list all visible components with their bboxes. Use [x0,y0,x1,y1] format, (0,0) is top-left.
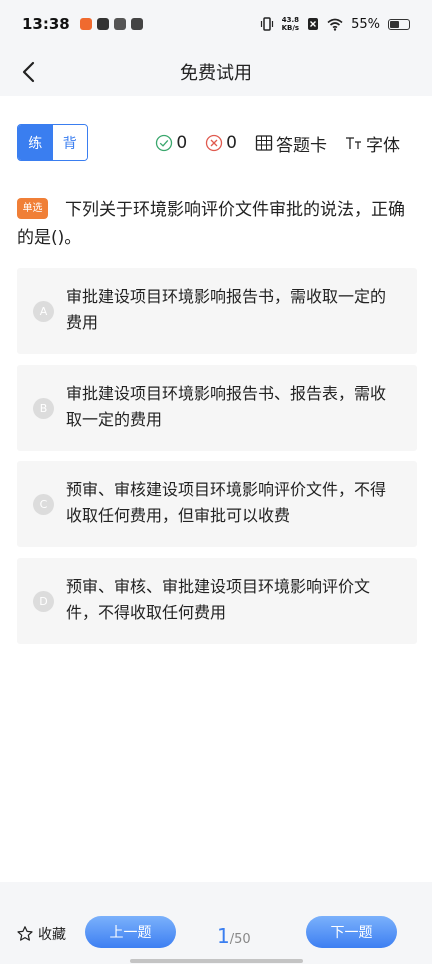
prev-question-button[interactable]: 上一题 [85,916,176,948]
wifi-icon [327,18,343,31]
total-question-count: 50 [234,932,251,947]
link-notification-icon [113,18,126,30]
question-stem: 单选 下列关于环境影响评价文件审批的说法，正确的是()。 [17,196,417,252]
current-question-number: 1 [217,924,230,948]
net-speed-value: 43.8 [281,16,299,24]
status-bar: 13:38 43.8 KB/s 55% [0,0,432,48]
question-text: 下列关于环境影响评价文件审批的说法，正确的是()。 [17,200,405,248]
grid-card-icon [255,135,273,151]
question-toolbar: 练 背 0 0 答题卡 字体 [0,124,432,162]
cross-circle-icon [206,134,223,152]
page: 13:38 43.8 KB/s 55% 免费试用 练 背 0 0 答题卡 字体 … [0,0,432,964]
status-time: 13:38 [22,15,70,33]
app-header: 免费试用 [0,48,432,96]
net-speed: 43.8 KB/s [282,16,299,32]
option-letter: D [33,591,54,612]
correct-count: 0 [176,133,188,153]
option-a[interactable]: A 审批建设项目环境影响报告书，需收取一定的费用 [17,268,417,354]
status-app-icons [79,18,143,30]
option-c[interactable]: C 预审、审核建设项目环境影响评价文件，不得收取任何费用，但审批可以收费 [17,461,417,547]
question-type-tag: 单选 [17,198,48,219]
question-pager: 1 / 50 [217,924,251,948]
battery-percent: 55% [351,16,380,32]
answer-card-button[interactable]: 答题卡 [255,131,327,156]
play-notification-icon [96,18,109,30]
correct-counter: 0 [155,133,187,153]
font-size-button[interactable]: 字体 [345,131,400,156]
back-button[interactable] [16,58,44,86]
message-notification-icon [130,18,143,30]
star-outline-icon [17,926,33,941]
option-d[interactable]: D 预审、审核、审批建设项目环境影响评价文件，不得收取任何费用 [17,558,417,644]
font-size-icon [346,137,361,149]
option-b[interactable]: B 审批建设项目环境影响报告书、报告表，需收取一定的费用 [17,365,417,451]
option-letter: A [33,301,54,322]
favorite-button[interactable]: 收藏 [16,924,66,944]
option-letter: B [33,398,54,419]
net-speed-unit: KB/s [281,24,300,32]
vibrate-icon [260,17,273,31]
option-letter: C [33,494,54,515]
status-right: 43.8 KB/s 55% [260,16,410,32]
answer-card-label: 答题卡 [276,135,327,156]
option-text: 审批建设项目环境影响报告书，需收取一定的费用 [66,287,387,332]
mode-recite-tab[interactable]: 背 [52,125,87,160]
home-indicator[interactable] [130,959,303,963]
favorite-label: 收藏 [38,927,66,943]
chevron-left-icon [22,61,35,83]
check-circle-icon [156,134,173,152]
option-text: 预审、审核、审批建设项目环境影响评价文件，不得收取任何费用 [66,577,371,622]
sim-disabled-icon [308,18,319,30]
battery-fill [390,20,399,28]
option-text: 预审、审核建设项目环境影响评价文件，不得收取任何费用，但审批可以收费 [66,480,387,525]
bottom-bar: 收藏 上一题 1 / 50 下一题 [0,882,432,964]
font-label: 字体 [366,135,400,156]
mode-practice-tab[interactable]: 练 [18,125,53,160]
wrong-count: 0 [226,133,237,153]
next-question-button[interactable]: 下一题 [306,916,397,948]
app-notification-icon [79,18,92,30]
toolbar-tools: 0 0 答题卡 字体 [155,124,400,162]
page-title: 免费试用 [180,63,252,84]
wrong-counter: 0 [205,133,237,153]
option-text: 审批建设项目环境影响报告书、报告表，需收取一定的费用 [66,384,387,429]
mode-toggle: 练 背 [17,124,88,161]
battery-icon [388,18,410,30]
